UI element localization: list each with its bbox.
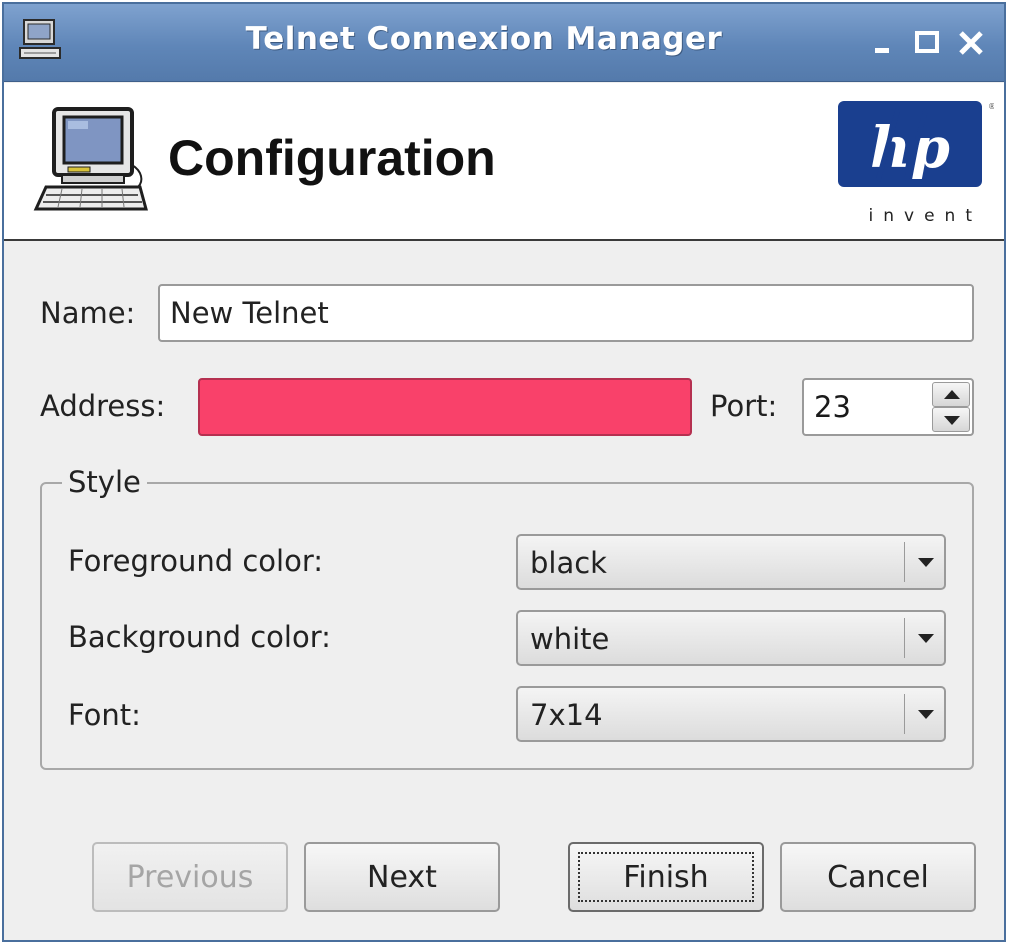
cancel-button[interactable]: Cancel <box>780 842 976 912</box>
spin-up-icon[interactable] <box>932 382 970 407</box>
foreground-color-value: black <box>530 546 607 580</box>
port-value: 23 <box>814 390 851 424</box>
dropdown-separator <box>904 542 905 582</box>
maximize-icon[interactable] <box>910 26 944 60</box>
previous-button-label: Previous <box>126 859 254 895</box>
svg-text:®: ® <box>988 102 994 111</box>
dropdown-separator <box>904 618 905 658</box>
next-button[interactable]: Next <box>304 842 500 912</box>
port-spinner-buttons <box>932 382 970 432</box>
background-color-value: white <box>530 622 610 656</box>
font-dropdown[interactable]: 7x14 <box>516 686 946 742</box>
finish-button-label: Finish <box>623 859 709 895</box>
port-spinner[interactable]: 23 <box>802 378 974 436</box>
font-label: Font: <box>68 698 141 732</box>
foreground-color-dropdown[interactable]: black <box>516 534 946 590</box>
finish-button[interactable]: Finish <box>568 842 764 912</box>
next-button-label: Next <box>367 859 437 895</box>
spin-down-icon[interactable] <box>932 407 970 432</box>
address-label: Address: <box>40 389 166 423</box>
window-title: Telnet Connexion Manager <box>245 21 723 57</box>
minimize-icon[interactable] <box>866 26 900 60</box>
hp-logo-tagline: invent <box>869 206 982 226</box>
style-group-legend: Style <box>62 465 147 499</box>
hp-logo: hp ® invent <box>838 101 994 226</box>
close-icon[interactable] <box>954 26 988 60</box>
name-label: Name: <box>40 296 136 330</box>
chevron-down-icon <box>918 634 934 643</box>
background-color-dropdown[interactable]: white <box>516 610 946 666</box>
font-value: 7x14 <box>530 698 603 732</box>
computer-icon <box>19 19 61 59</box>
page-title: Configuration <box>168 130 496 186</box>
title-bar[interactable]: Telnet Connexion Manager <box>4 4 1004 82</box>
name-input-value: New Telnet <box>170 296 329 330</box>
chevron-down-icon <box>918 558 934 567</box>
chevron-down-icon <box>918 710 934 719</box>
computer-terminal-icon <box>33 107 148 211</box>
telnet-connexion-manager-window: Telnet Connexion Manager Configuration h… <box>2 2 1006 942</box>
wizard-header: Configuration hp ® invent <box>4 83 1004 241</box>
cancel-button-label: Cancel <box>827 859 929 895</box>
port-label: Port: <box>710 389 778 423</box>
name-input[interactable]: New Telnet <box>158 284 974 342</box>
previous-button[interactable]: Previous <box>92 842 288 912</box>
dropdown-separator <box>904 694 905 734</box>
foreground-color-label: Foreground color: <box>68 544 324 578</box>
address-input[interactable] <box>198 378 692 436</box>
background-color-label: Background color: <box>68 620 331 654</box>
